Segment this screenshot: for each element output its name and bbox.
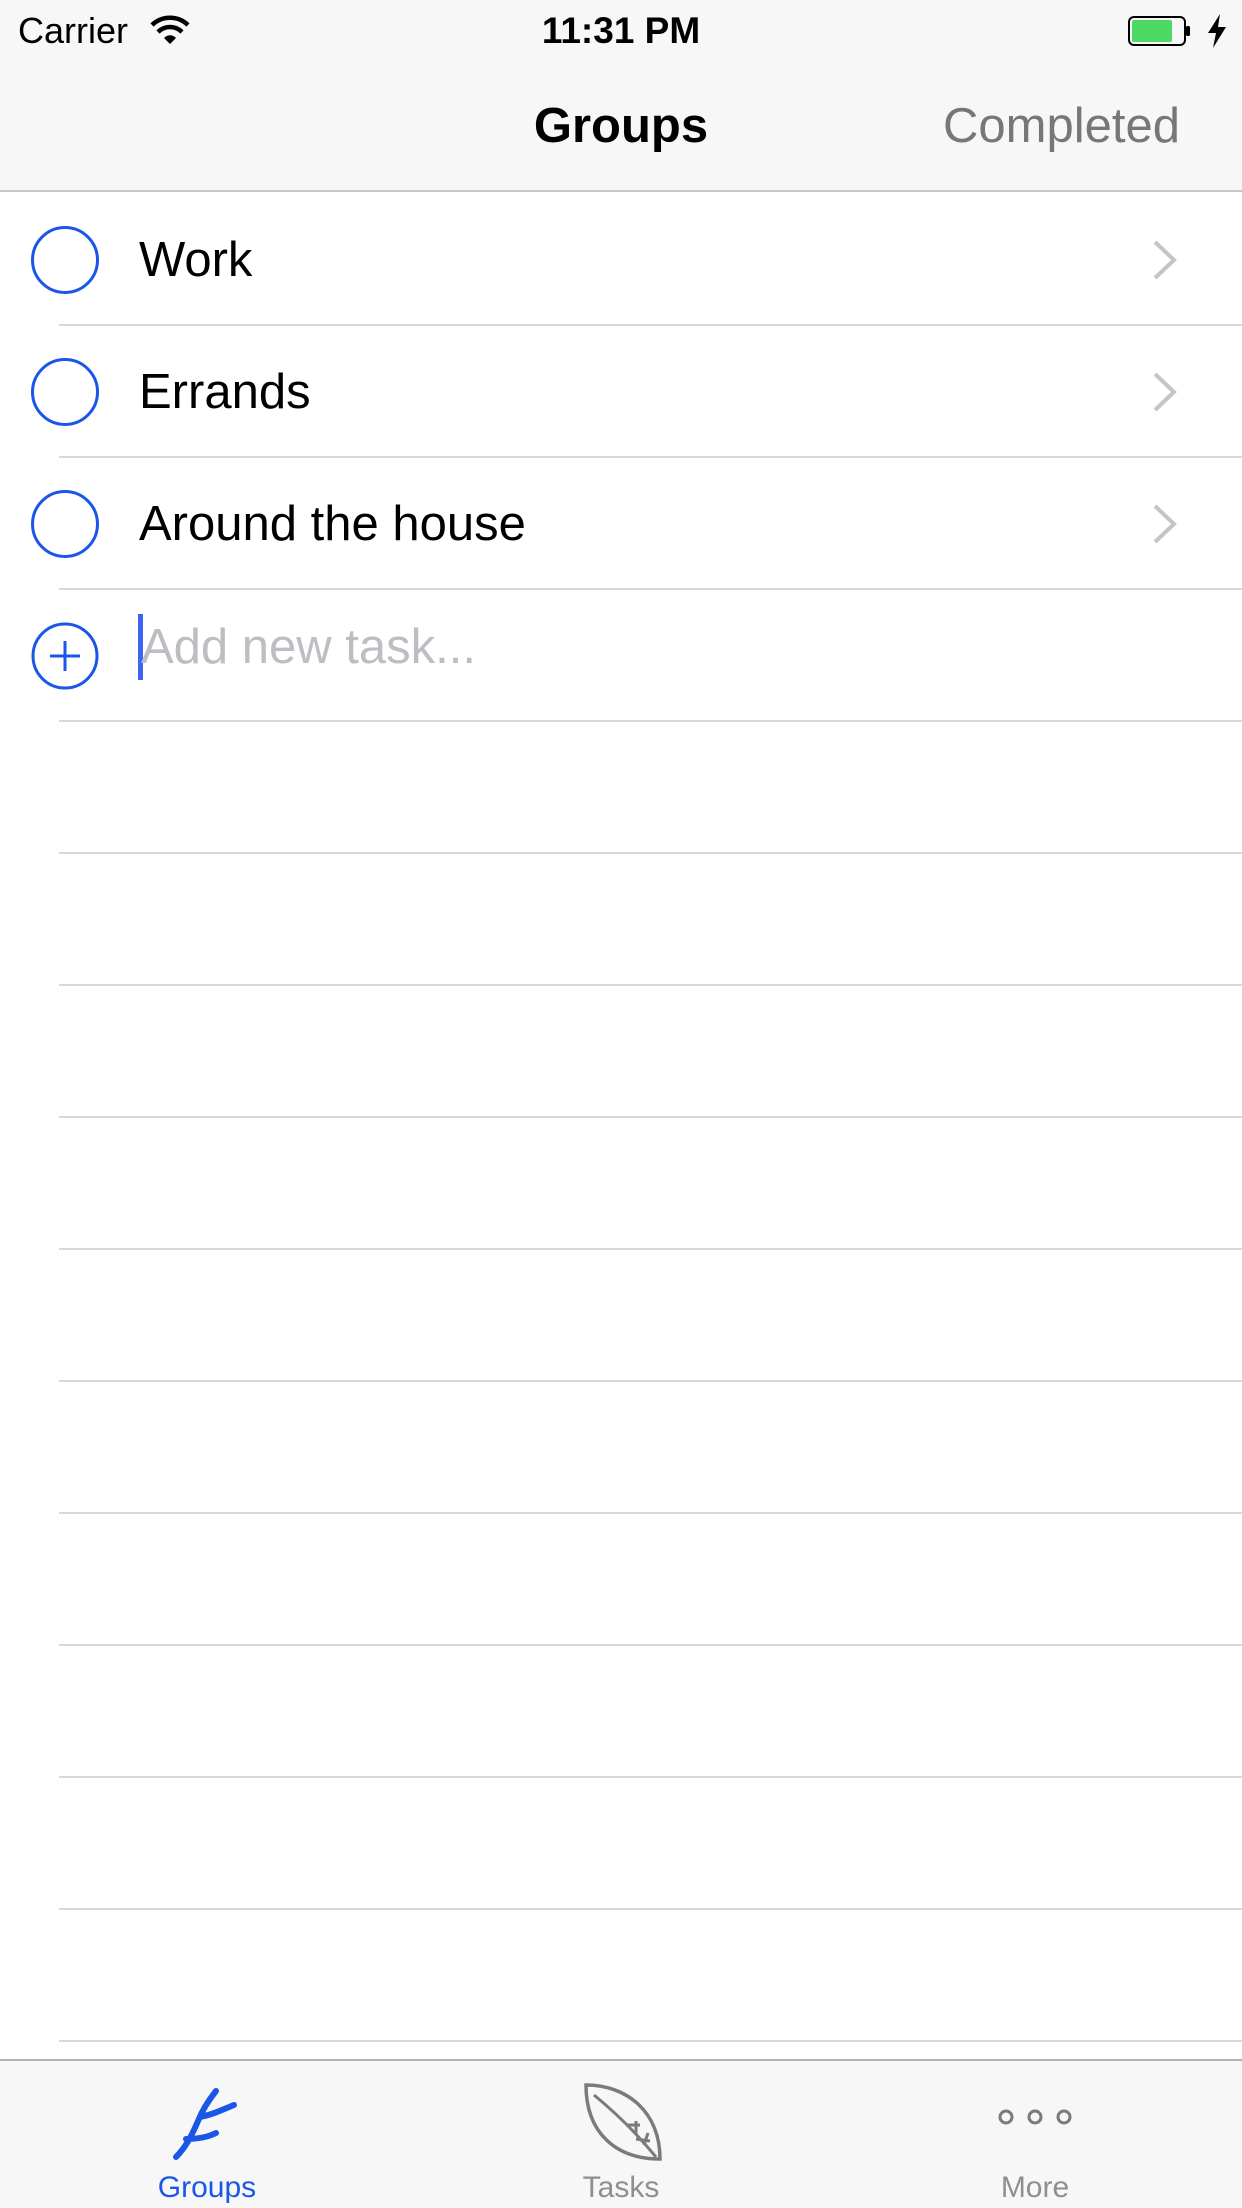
empty-row — [0, 722, 1242, 854]
empty-row — [0, 854, 1242, 986]
row-separator — [59, 2040, 1242, 2042]
leaf-icon — [584, 2083, 662, 2161]
groups-list: Work Errands Around the house — [0, 194, 1242, 2057]
empty-row — [0, 1646, 1242, 1778]
completed-button[interactable]: Completed — [943, 98, 1180, 154]
more-dots-icon — [998, 2109, 1072, 2125]
empty-row — [0, 1250, 1242, 1382]
tab-label: Groups — [157, 2171, 257, 2204]
plus-circle-icon[interactable] — [31, 622, 99, 690]
chevron-right-icon — [1153, 240, 1177, 280]
status-time: 11:31 PM — [541, 10, 701, 51]
chevron-right-icon — [1153, 372, 1177, 412]
tab-bar: Groups Tasks More — [0, 2059, 1242, 2208]
empty-row — [0, 1382, 1242, 1514]
list-item-errands[interactable]: Errands — [0, 326, 1242, 458]
empty-row — [0, 1910, 1242, 2042]
empty-row — [0, 1514, 1242, 1646]
circle-checkbox-icon[interactable] — [31, 490, 99, 558]
charging-bolt-icon — [1208, 14, 1226, 48]
navigation-bar: Groups Completed — [0, 60, 1242, 192]
status-bar: Carrier 11:31 PM — [0, 0, 1242, 60]
list-item-work[interactable]: Work — [0, 194, 1242, 326]
add-task-row[interactable] — [0, 590, 1242, 722]
tab-tasks[interactable]: Tasks — [414, 2061, 828, 2208]
add-task-input[interactable] — [141, 610, 1141, 684]
circle-checkbox-icon[interactable] — [31, 226, 99, 294]
circle-checkbox-icon[interactable] — [31, 358, 99, 426]
group-label: Work — [139, 233, 253, 287]
list-item-around-the-house[interactable]: Around the house — [0, 458, 1242, 590]
group-label: Errands — [139, 365, 311, 419]
empty-row — [0, 1778, 1242, 1910]
tab-label: Tasks — [582, 2171, 660, 2204]
tab-label: More — [1000, 2171, 1070, 2204]
group-label: Around the house — [139, 497, 526, 551]
branch-icon — [173, 2088, 237, 2160]
chevron-right-icon — [1153, 504, 1177, 544]
empty-row — [0, 986, 1242, 1118]
battery-icon — [1128, 16, 1190, 46]
tab-more[interactable]: More — [828, 2061, 1242, 2208]
tab-groups[interactable]: Groups — [0, 2061, 414, 2208]
empty-row — [0, 1118, 1242, 1250]
